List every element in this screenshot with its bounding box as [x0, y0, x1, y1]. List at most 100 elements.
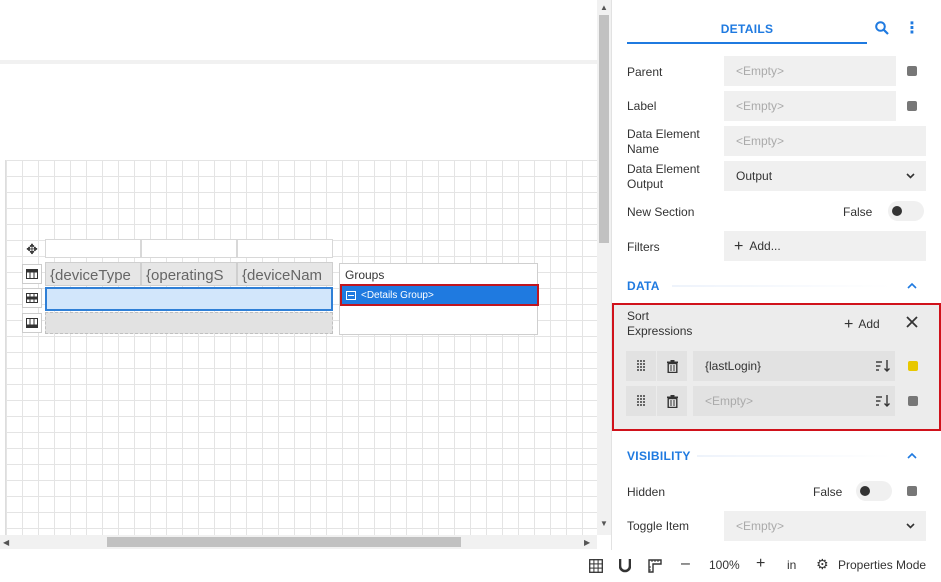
hidden-label: Hidden	[627, 485, 666, 499]
zoom-in-icon[interactable]: +	[756, 555, 765, 573]
sort-direction-icon[interactable]	[871, 351, 895, 381]
magnet-icon[interactable]	[619, 559, 631, 573]
search-icon[interactable]	[874, 20, 890, 36]
units-selector[interactable]: in	[787, 558, 796, 572]
tab-details[interactable]: DETAILS	[627, 14, 867, 44]
filters-add-label: Add...	[749, 239, 781, 253]
trash-icon[interactable]	[657, 351, 687, 381]
hidden-value: False	[813, 485, 843, 499]
table-header-cell[interactable]: {operatingS	[141, 262, 237, 286]
sort-expression-status-icon[interactable]	[908, 361, 918, 371]
label-field[interactable]: <Empty>	[724, 91, 896, 121]
toggle-item-select[interactable]: <Empty>	[724, 511, 926, 541]
table-footer-row-icon[interactable]	[22, 313, 42, 333]
sort-expressions-label: Sort Expressions	[627, 309, 692, 339]
scroll-left-icon[interactable]: ◀	[3, 538, 9, 547]
sort-expressions-label-line1: Sort	[627, 309, 650, 323]
data-element-name-label-line1: Data Element	[627, 127, 700, 141]
details-group-label: <Details Group>	[361, 289, 434, 301]
chevron-up-icon[interactable]	[905, 279, 919, 293]
sort-add-label: Add	[858, 317, 880, 331]
section-divider	[0, 60, 597, 64]
details-group-item[interactable]: <Details Group>	[340, 284, 539, 306]
sort-expressions-label-line2: Expressions	[627, 324, 693, 338]
table-header-row-icon[interactable]	[22, 264, 42, 284]
properties-mode-button[interactable]: Properties Mode	[838, 558, 926, 572]
horizontal-scrollbar[interactable]: ◀ ▶	[0, 535, 597, 549]
table-header-cell[interactable]: {deviceNam	[237, 262, 333, 286]
report-body-grid[interactable]	[5, 160, 597, 535]
label-expression-icon[interactable]	[907, 101, 917, 111]
section-divider	[697, 455, 892, 457]
scroll-right-icon[interactable]: ▶	[584, 538, 590, 547]
column-handle[interactable]	[141, 239, 237, 258]
data-element-name-label: Data Element Name	[627, 127, 700, 157]
parent-expression-icon[interactable]	[907, 66, 917, 76]
drag-handle-icon[interactable]	[626, 351, 656, 381]
parent-field[interactable]: <Empty>	[724, 56, 896, 86]
properties-panel: DETAILS ⋮ Parent <Empty> Label <Empty> D…	[611, 0, 941, 550]
section-divider	[672, 285, 892, 287]
design-surface[interactable]: ✥ {deviceType {operatingS {deviceNam Gro…	[0, 0, 597, 535]
scroll-up-icon[interactable]: ▲	[600, 4, 608, 12]
new-section-value: False	[843, 205, 873, 219]
filters-add-button[interactable]: + Add...	[724, 231, 926, 261]
chevron-down-icon	[905, 511, 916, 553]
move-icon[interactable]: ✥	[22, 239, 42, 259]
column-handle[interactable]	[237, 239, 333, 258]
groups-popup: Groups <Details Group>	[339, 263, 539, 335]
new-section-toggle[interactable]	[888, 201, 924, 221]
new-section-label: New Section	[627, 205, 695, 219]
toggle-item-value: <Empty>	[736, 519, 785, 533]
hidden-expression-icon[interactable]	[907, 486, 917, 496]
scroll-down-icon[interactable]: ▼	[600, 520, 608, 528]
sort-add-button[interactable]: + Add	[844, 315, 880, 333]
grid-icon[interactable]	[589, 559, 603, 573]
sort-direction-icon[interactable]	[871, 386, 895, 416]
data-section-heading: DATA	[627, 279, 660, 293]
sort-expression-value[interactable]: {lastLogin}	[693, 351, 871, 381]
data-element-name-label-line2: Name	[627, 142, 660, 156]
chevron-down-icon	[905, 161, 916, 203]
vertical-scrollbar[interactable]: ▲ ▼	[597, 0, 611, 535]
horizontal-scroll-thumb[interactable]	[107, 537, 461, 547]
bottom-toolbar: – 100% + in ⚙ Properties Mode	[580, 550, 941, 582]
data-element-output-label: Data Element Output	[627, 162, 700, 192]
parent-label: Parent	[627, 65, 663, 79]
data-element-output-value: Output	[736, 169, 773, 183]
sort-expression-status-icon[interactable]	[908, 396, 918, 406]
vertical-scroll-thumb[interactable]	[599, 15, 609, 243]
table-details-row-icon[interactable]	[22, 288, 42, 308]
toggle-item-label: Toggle Item	[627, 519, 690, 533]
data-element-output-label-line1: Data Element	[627, 162, 700, 176]
table-footer-row[interactable]	[45, 312, 333, 334]
trash-icon[interactable]	[657, 386, 687, 416]
sort-expression-value[interactable]: <Empty>	[693, 386, 871, 416]
close-icon[interactable]	[906, 313, 918, 331]
data-element-output-select[interactable]: Output	[724, 161, 926, 191]
plus-icon: +	[844, 316, 854, 333]
ruler-icon[interactable]	[648, 559, 662, 573]
group-icon	[346, 290, 356, 300]
sort-expressions-block: Sort Expressions + Add {lastLogin} <Empt…	[612, 303, 941, 431]
label-label: Label	[627, 99, 657, 113]
plus-icon: +	[734, 238, 744, 255]
report-header-area	[0, 0, 597, 60]
data-element-output-label-line2: Output	[627, 177, 664, 191]
zoom-level[interactable]: 100%	[709, 558, 740, 572]
groups-title: Groups	[345, 268, 385, 282]
table-details-row[interactable]	[45, 287, 333, 311]
column-handle[interactable]	[45, 239, 141, 258]
more-options-icon[interactable]: ⋮	[904, 20, 920, 38]
sort-expression-item: <Empty>	[626, 386, 929, 416]
data-element-name-field[interactable]: <Empty>	[724, 126, 926, 156]
zoom-out-icon[interactable]: –	[681, 555, 690, 573]
sort-expression-item: {lastLogin}	[626, 351, 929, 381]
chevron-up-icon[interactable]	[905, 449, 919, 463]
table-header-cell[interactable]: {deviceType	[45, 262, 141, 286]
filters-label: Filters	[627, 240, 660, 254]
visibility-section-heading: VISIBILITY	[627, 449, 691, 463]
hidden-toggle[interactable]	[856, 481, 892, 501]
gear-icon[interactable]: ⚙	[816, 556, 829, 573]
drag-handle-icon[interactable]	[626, 386, 656, 416]
